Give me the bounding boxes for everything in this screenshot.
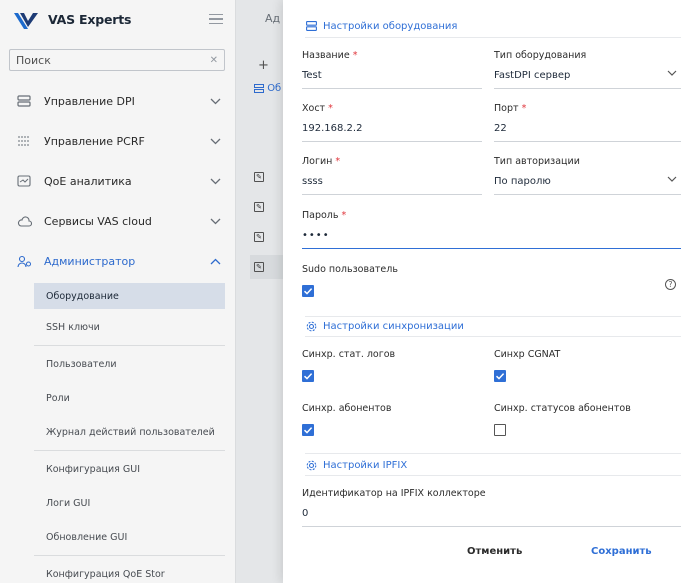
chevron-down-icon[interactable] <box>667 61 677 80</box>
name-label: Название <box>302 50 350 61</box>
sudo-checkbox[interactable] <box>302 285 314 297</box>
required-mark: * <box>352 50 358 61</box>
gear-icon <box>305 320 317 332</box>
sync-subscribers-label: Синхр. абонентов <box>302 403 392 414</box>
port-label: Порт <box>494 103 519 114</box>
save-button[interactable]: Сохранить <box>591 546 652 557</box>
divider <box>305 475 681 476</box>
sudo-label: Sudo пользователь <box>302 264 398 275</box>
divider <box>305 37 681 38</box>
section-title-text: Настройки синхронизации <box>323 320 464 332</box>
server-icon <box>305 20 317 32</box>
section-title-text: Настройки оборудования <box>323 20 458 32</box>
auth-type-select[interactable]: Тип авторизации По паролю <box>494 156 681 195</box>
ipfix-id-field[interactable]: Идентификатор на IPFIX коллекторе 0 <box>302 488 681 527</box>
sync-subscribers-label-wrap: Синхр. абонентов <box>302 403 391 414</box>
help-icon[interactable]: ? <box>665 279 676 290</box>
equipment-type-value[interactable]: FastDPI сервер <box>494 70 681 82</box>
ipfix-section-title: Настройки IPFIX <box>305 459 407 471</box>
equipment-type-label: Тип оборудования <box>494 50 587 61</box>
sync-section-title: Настройки синхронизации <box>305 320 464 332</box>
sync-subscriber-status-label: Синхр. статусов абонентов <box>494 403 631 414</box>
sync-cgnat-label: Синхр CGNAT <box>494 349 561 360</box>
name-field[interactable]: Название * Test <box>302 50 482 89</box>
password-field[interactable]: Пароль * •••• <box>302 210 681 249</box>
sync-stat-logs-checkbox[interactable] <box>302 370 314 382</box>
sync-stat-logs-label: Синхр. стат. логов <box>302 349 396 360</box>
required-mark: * <box>328 103 333 114</box>
equipment-section-title: Настройки оборудования <box>305 20 457 32</box>
name-input[interactable]: Test <box>302 70 482 82</box>
sudo-label-wrap: Sudo пользователь <box>302 264 502 275</box>
sync-subscriber-status-label-wrap: Синхр. статусов абонентов <box>494 403 631 414</box>
auth-type-label: Тип авторизации <box>494 156 580 167</box>
login-label: Логин <box>302 156 333 167</box>
port-field[interactable]: Порт * 22 <box>494 103 681 142</box>
required-mark: * <box>335 156 341 167</box>
equipment-drawer: Настройки оборудования Название * Test Т… <box>283 0 700 583</box>
login-input[interactable]: ssss <box>302 176 482 188</box>
chevron-down-icon[interactable] <box>667 167 677 186</box>
divider <box>305 316 681 317</box>
cancel-button[interactable]: Отменить <box>467 546 522 557</box>
ipfix-id-input[interactable]: 0 <box>302 508 681 520</box>
host-input[interactable]: 192.168.2.2 <box>302 123 482 135</box>
section-title-text: Настройки IPFIX <box>323 459 408 471</box>
divider <box>305 336 681 337</box>
sync-subscriber-status-checkbox[interactable] <box>494 424 506 436</box>
auth-type-value[interactable]: По паролю <box>494 176 681 188</box>
host-label: Хост <box>302 103 326 114</box>
equipment-type-select[interactable]: Тип оборудования FastDPI сервер <box>494 50 681 89</box>
divider <box>305 453 681 454</box>
ipfix-id-label: Идентификатор на IPFIX коллекторе <box>302 488 486 499</box>
required-mark: * <box>521 103 527 114</box>
gear-icon <box>305 459 317 471</box>
host-field[interactable]: Хост * 192.168.2.2 <box>302 103 482 142</box>
sync-cgnat-checkbox[interactable] <box>494 370 506 382</box>
port-input[interactable]: 22 <box>494 123 681 135</box>
password-label: Пароль <box>302 210 339 221</box>
sync-subscribers-checkbox[interactable] <box>302 424 314 436</box>
sync-cgnat-label-wrap: Синхр CGNAT <box>494 349 560 360</box>
required-mark: * <box>341 210 347 221</box>
sync-stat-logs-label-wrap: Синхр. стат. логов <box>302 349 395 360</box>
login-field[interactable]: Логин * ssss <box>302 156 482 195</box>
password-input[interactable]: •••• <box>302 230 681 242</box>
